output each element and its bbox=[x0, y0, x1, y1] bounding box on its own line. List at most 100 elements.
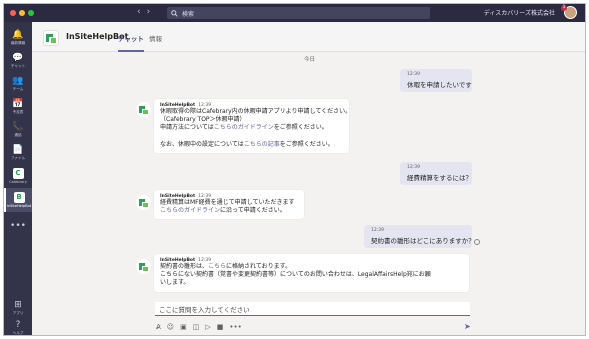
teams-window: ‹ › 検索 ディスカバリーズ株式会社 1 🔔 最新情報 💬 チャット 👥 チーム 📅 予定表… bbox=[3, 3, 586, 336]
bot-logo bbox=[43, 30, 59, 46]
tab-info[interactable]: 情報 bbox=[149, 33, 162, 43]
insitehelpbot-icon: B bbox=[13, 192, 25, 203]
rail-item-bell[interactable]: 🔔 最新情報 bbox=[4, 26, 32, 50]
message-line: こちらにない契約書（覚書や変更契約書等）についてのお問い合わせは、LegalAf… bbox=[160, 271, 463, 279]
message-text: 休暇を申請したいです bbox=[407, 81, 472, 89]
search-icon bbox=[171, 9, 178, 17]
compose-placeholder: ここに質問を入力してください bbox=[159, 305, 250, 314]
rail-item-label: Cafebrary bbox=[9, 180, 27, 184]
rail-item-teams[interactable]: 👥 チーム bbox=[4, 72, 32, 96]
rail-item-label: チャット bbox=[10, 64, 26, 68]
rail-item-label: 通話 bbox=[14, 133, 22, 137]
history-nav: ‹ › bbox=[137, 7, 150, 17]
files-icon: 📄 bbox=[12, 145, 24, 155]
message-line: いします。 bbox=[160, 279, 463, 287]
search-placeholder: 検索 bbox=[182, 10, 195, 18]
rail-item-apps[interactable]: ⊞ アプリ bbox=[4, 298, 32, 318]
notification-badge: 1 bbox=[561, 5, 567, 11]
window-controls bbox=[10, 10, 34, 16]
message-time: 12:39 bbox=[407, 72, 420, 77]
line-text: 申請方法については bbox=[160, 124, 214, 132]
gif-icon[interactable]: ▣ bbox=[180, 323, 187, 331]
message-text: 契約書の雛形はどこにありますか？ bbox=[371, 237, 475, 245]
chat-pane: 今日 12:39 休暇を申請したいです InSiteHelpBot 12:39 休… bbox=[32, 52, 585, 335]
bot-avatar-icon bbox=[136, 102, 151, 117]
rail-item-help[interactable]: ? ヘルプ bbox=[4, 318, 32, 335]
help-icon: ? bbox=[15, 320, 21, 330]
rail-item-label: 最新情報 bbox=[10, 41, 26, 45]
sticker-icon[interactable]: ◫ bbox=[193, 323, 200, 331]
message-text: 経費精算をするには？ bbox=[407, 174, 472, 182]
message-compose-input[interactable]: ここに質問を入力してください bbox=[155, 302, 470, 316]
bot-avatar-icon bbox=[136, 259, 151, 274]
phone-icon: 📞 bbox=[12, 122, 24, 132]
compose-toolbar: A̷ ☺ ▣ ◫ ▷ ■ ••• bbox=[156, 323, 242, 331]
rail-item-files[interactable]: 📄 ファイル bbox=[4, 141, 32, 165]
bot-avatar-icon bbox=[136, 195, 151, 210]
outgoing-message[interactable]: 12:39 休暇を申請したいです bbox=[400, 69, 472, 92]
minimize-window-button[interactable] bbox=[19, 10, 25, 16]
rail-item-chat[interactable]: 💬 チャット bbox=[4, 49, 32, 73]
outgoing-message[interactable]: 12:39 契約書の雛形はどこにありますか？ bbox=[364, 225, 475, 248]
bot-message[interactable]: InSiteHelpBot 12:39 休暇取得の際はCafebrary内の休暇申… bbox=[154, 99, 351, 154]
calendar-icon: 📅 bbox=[12, 99, 24, 109]
message-line-blank bbox=[160, 133, 343, 141]
chat-icon: 💬 bbox=[12, 53, 24, 63]
insitehelpbot-icon bbox=[46, 34, 56, 43]
message-line: 経費精算はMF経費を通じて申請していただきます bbox=[160, 199, 298, 207]
message-time: 12:39 bbox=[407, 165, 420, 170]
outgoing-message[interactable]: 12:39 経費精算をするには？ bbox=[400, 162, 472, 185]
close-window-button[interactable] bbox=[10, 10, 16, 16]
rail-item-cafebrary[interactable]: C Cafebrary bbox=[4, 164, 32, 188]
more-icon: ••• bbox=[10, 221, 26, 231]
cafebrary-icon: C bbox=[12, 168, 24, 179]
more-options-icon[interactable]: ••• bbox=[229, 323, 241, 331]
rail-item-label: アプリ bbox=[12, 311, 24, 315]
message-line: 契約書の雛形は、こちらに格納されております。 bbox=[160, 263, 463, 271]
article-link[interactable]: こちらの記事 bbox=[244, 141, 280, 148]
org-name[interactable]: ディスカバリーズ株式会社 bbox=[484, 8, 555, 17]
line-text: いします。 bbox=[160, 279, 190, 287]
back-icon[interactable]: ‹ bbox=[137, 7, 141, 17]
line-text: をご参照ください。 bbox=[273, 124, 328, 132]
search-input[interactable]: 検索 bbox=[167, 7, 430, 19]
bot-message[interactable]: InSiteHelpBot 12:39 経費精算はMF経費を通じて申請していただき… bbox=[154, 190, 304, 220]
guideline-link[interactable]: こちらのガイドライン bbox=[214, 124, 274, 131]
bell-icon: 🔔 bbox=[12, 30, 24, 40]
message-line: 休暇取得の際はCafebrary内の休暇申請アプリより申請してください。 bbox=[160, 108, 351, 116]
bot-message[interactable]: InSiteHelpBot 12:39 契約書の雛形は、こちらに格納されております… bbox=[154, 254, 469, 292]
line-text: に沿って申請ください。 bbox=[220, 207, 286, 215]
rail-item-label: 予定表 bbox=[12, 110, 24, 114]
message-time: 12:39 bbox=[371, 228, 384, 233]
send-icon[interactable]: ➤ bbox=[464, 322, 471, 331]
message-line: 申請方法についてはこちらのガイドラインをご参照ください。 bbox=[160, 124, 343, 132]
schedule-icon[interactable]: ▷ bbox=[205, 323, 210, 331]
line-text: （Cafebrary TOP＞休暇申請） bbox=[160, 116, 246, 124]
message-line: こちらのガイドラインに沿って申請ください。 bbox=[160, 207, 298, 215]
maximize-window-button[interactable] bbox=[28, 10, 34, 16]
app-rail: 🔔 最新情報 💬 チャット 👥 チーム 📅 予定表 📞 通話 📄 ファイル C Cafebrary B InS… bbox=[4, 22, 32, 335]
tab-chat[interactable]: チャット bbox=[118, 33, 144, 52]
line-text: に格納されております。 bbox=[226, 263, 292, 270]
format-icon[interactable]: A̷ bbox=[156, 323, 161, 331]
rail-item-label: ファイル bbox=[10, 156, 26, 160]
line-text: 休暇取得の際はCafebrary内の休暇申請アプリより申請してください。 bbox=[160, 108, 352, 115]
seen-icon bbox=[474, 239, 480, 245]
video-icon[interactable]: ■ bbox=[217, 323, 224, 331]
rail-item-label: InSiteHelpBot bbox=[6, 204, 32, 208]
line-text: なお、休暇中の設定については bbox=[160, 140, 244, 148]
line-text: こちらにない契約書（覚書や変更契約書等）についてのお問い合わせは、LegalAf… bbox=[160, 271, 431, 279]
rail-item-label: チーム bbox=[12, 87, 24, 91]
rail-item-calendar[interactable]: 📅 予定表 bbox=[4, 95, 32, 119]
rail-item-more[interactable]: ••• bbox=[4, 214, 32, 238]
forward-icon[interactable]: › bbox=[147, 7, 151, 17]
apps-icon: ⊞ bbox=[14, 300, 22, 310]
teams-icon: 👥 bbox=[12, 76, 24, 86]
chat-header: InSiteHelpBot チャット 情報 bbox=[32, 22, 585, 52]
rail-item-phone[interactable]: 📞 通話 bbox=[4, 118, 32, 142]
rail-item-insitehelpbot[interactable]: B InSiteHelpBot bbox=[4, 188, 32, 212]
guideline-link[interactable]: こちらのガイドライン bbox=[160, 207, 220, 214]
title-bar: ‹ › 検索 ディスカバリーズ株式会社 1 bbox=[4, 4, 585, 22]
template-link[interactable]: こちら bbox=[208, 263, 226, 270]
emoji-icon[interactable]: ☺ bbox=[167, 323, 174, 331]
